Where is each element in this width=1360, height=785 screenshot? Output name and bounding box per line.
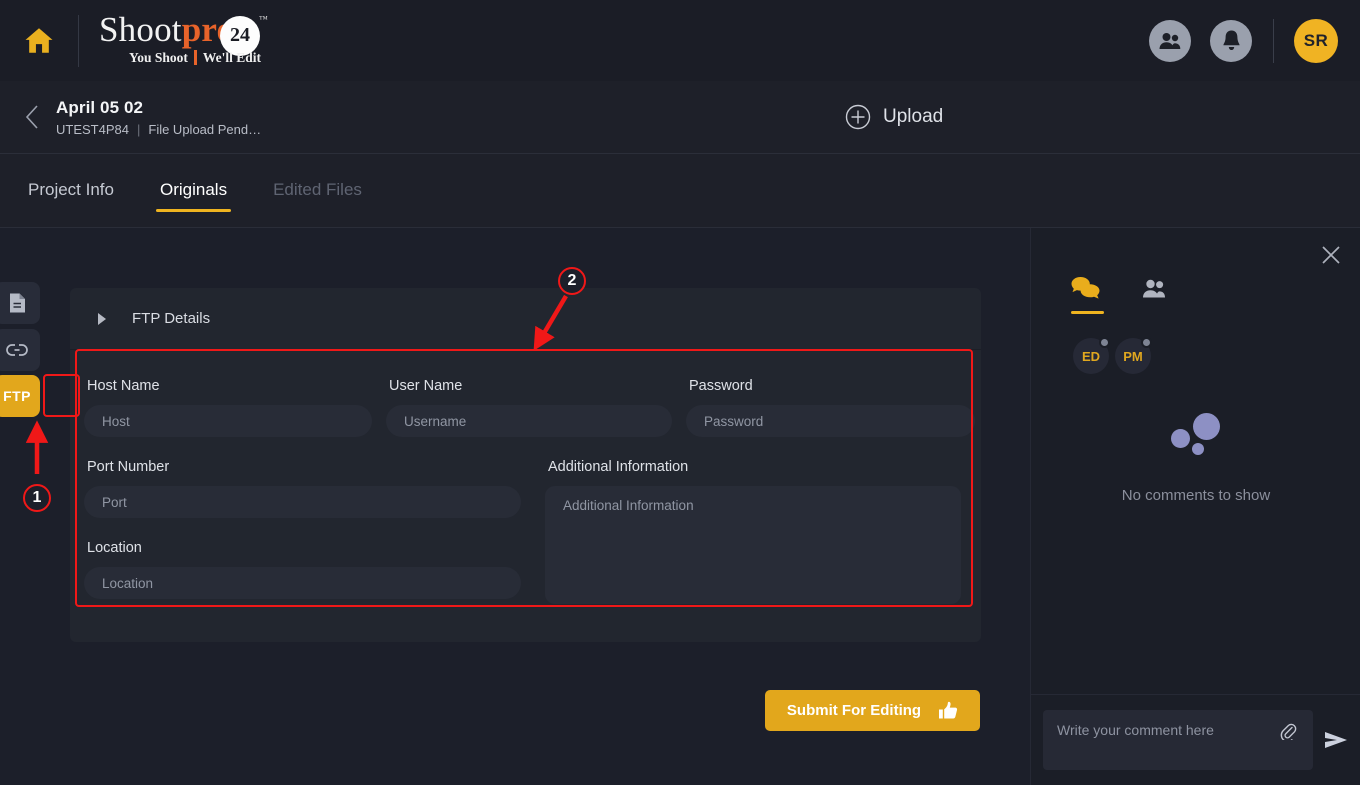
- additional-information-textarea[interactable]: [545, 486, 961, 604]
- chevron-left-icon: [25, 104, 39, 130]
- header-separator: [1273, 19, 1274, 63]
- bubbles-icon: [1166, 413, 1226, 461]
- empty-state-text: No comments to show: [1031, 487, 1360, 504]
- form-row-1: Host Name User Name Password: [84, 378, 961, 437]
- label-password: Password: [686, 378, 975, 394]
- form-left-column: Port Number Location: [84, 437, 521, 604]
- upload-label: Upload: [883, 106, 943, 128]
- form-row-2: Port Number Location Additional Informat…: [84, 437, 961, 604]
- brand-logo[interactable]: Shootpro 24 ™ You Shoot We'll Edit: [99, 12, 275, 70]
- panel-tab-comments[interactable]: [1071, 276, 1101, 314]
- app-root: Shootpro 24 ™ You Shoot We'll Edit: [0, 0, 1360, 785]
- avatar-ed-initials: ED: [1082, 349, 1100, 364]
- tab-bar: Project Info Originals Edited Files: [0, 154, 1360, 228]
- label-location: Location: [84, 540, 521, 556]
- label-port-number: Port Number: [84, 459, 521, 475]
- field-additional-information: Additional Information: [545, 459, 961, 604]
- logo-text-shoot: Shoot: [99, 10, 182, 49]
- paperclip-icon: [1279, 722, 1297, 740]
- label-user-name: User Name: [386, 378, 672, 394]
- project-sub-separator: |: [137, 122, 140, 137]
- ftp-details-title: FTP Details: [132, 310, 210, 327]
- main-content: FTP Details Host Name User Name Password: [40, 228, 1030, 785]
- bubble-large: [1193, 413, 1220, 440]
- home-button[interactable]: [0, 27, 78, 54]
- close-icon: [1320, 244, 1342, 266]
- logo-tagline: You Shoot We'll Edit: [129, 50, 279, 66]
- avatar-pm[interactable]: PM: [1115, 338, 1151, 374]
- rail-button-link[interactable]: [0, 329, 40, 371]
- document-icon: [8, 292, 27, 314]
- attach-file-button[interactable]: [1279, 722, 1297, 745]
- annotation-marker-1: 1: [23, 484, 51, 512]
- label-additional-information: Additional Information: [545, 459, 961, 475]
- field-user-name: User Name: [386, 378, 672, 437]
- tagline-right: We'll Edit: [203, 50, 261, 66]
- avatar-pm-initials: PM: [1123, 349, 1143, 364]
- caret-right-icon: [98, 313, 106, 325]
- top-header: Shootpro 24 ™ You Shoot We'll Edit: [0, 0, 1360, 81]
- comment-composer: [1031, 694, 1360, 785]
- bell-icon: [1221, 29, 1242, 52]
- tagline-left: You Shoot: [129, 50, 188, 66]
- participant-avatars: ED PM: [1073, 338, 1151, 374]
- close-panel-button[interactable]: [1320, 244, 1342, 266]
- user-name-input[interactable]: [386, 405, 672, 437]
- tagline-divider: [194, 50, 197, 65]
- avatar-ed[interactable]: ED: [1073, 338, 1109, 374]
- send-comment-button[interactable]: [1321, 729, 1351, 751]
- back-button[interactable]: [0, 104, 56, 130]
- team-button[interactable]: [1149, 20, 1191, 62]
- panel-tab-bar: [1071, 276, 1167, 314]
- field-port-number: Port Number: [84, 459, 521, 518]
- project-subtitle: UTEST4P84 | File Upload Pend…: [56, 122, 261, 137]
- plus-circle-icon: [845, 104, 871, 130]
- project-bar: April 05 02 UTEST4P84 | File Upload Pend…: [0, 81, 1360, 154]
- bubble-small: [1192, 443, 1204, 455]
- comment-input[interactable]: [1057, 722, 1282, 738]
- header-divider: [78, 15, 79, 67]
- project-info-block: April 05 02 UTEST4P84 | File Upload Pend…: [56, 98, 261, 137]
- annotation-marker-2: 2: [558, 267, 586, 295]
- user-avatar[interactable]: SR: [1294, 19, 1338, 63]
- tab-edited-files[interactable]: Edited Files: [267, 170, 368, 212]
- avatar-pm-status-dot: [1141, 337, 1152, 348]
- tab-originals[interactable]: Originals: [154, 170, 233, 212]
- submit-label: Submit For Editing: [787, 702, 921, 719]
- comments-panel: ED PM No comments to show: [1030, 228, 1360, 785]
- port-number-input[interactable]: [84, 486, 521, 518]
- people-icon: [1158, 31, 1182, 51]
- field-location: Location: [84, 540, 521, 599]
- field-host-name: Host Name: [84, 378, 372, 437]
- comments-empty-state: No comments to show: [1031, 413, 1360, 504]
- project-title: April 05 02: [56, 98, 261, 118]
- rail-button-document[interactable]: [0, 282, 40, 324]
- project-status: File Upload Pend…: [148, 122, 261, 137]
- chat-bubbles-icon: [1071, 276, 1101, 300]
- tab-project-info[interactable]: Project Info: [22, 170, 120, 212]
- people-icon: [1141, 278, 1167, 300]
- password-input[interactable]: [686, 405, 975, 437]
- host-name-input[interactable]: [84, 405, 372, 437]
- location-input[interactable]: [84, 567, 521, 599]
- comment-input-box[interactable]: [1043, 710, 1313, 770]
- rail-button-ftp[interactable]: FTP: [0, 375, 40, 417]
- send-icon: [1323, 729, 1349, 751]
- submit-for-editing-button[interactable]: Submit For Editing: [765, 690, 980, 731]
- ftp-form: Host Name User Name Password: [70, 350, 981, 624]
- trademark-symbol: ™: [259, 14, 268, 24]
- notifications-button[interactable]: [1210, 20, 1252, 62]
- ftp-details-header[interactable]: FTP Details: [70, 288, 981, 350]
- upload-button[interactable]: Upload: [845, 104, 943, 130]
- ftp-details-card: FTP Details Host Name User Name Password: [70, 288, 981, 642]
- panel-tab-people[interactable]: [1141, 278, 1167, 314]
- label-host-name: Host Name: [84, 378, 372, 394]
- avatar-ed-status-dot: [1099, 337, 1110, 348]
- home-icon: [24, 27, 54, 54]
- link-icon: [5, 343, 29, 357]
- thumbs-up-icon: [938, 701, 958, 720]
- field-password: Password: [686, 378, 975, 437]
- project-code: UTEST4P84: [56, 122, 129, 137]
- bubble-medium: [1171, 429, 1190, 448]
